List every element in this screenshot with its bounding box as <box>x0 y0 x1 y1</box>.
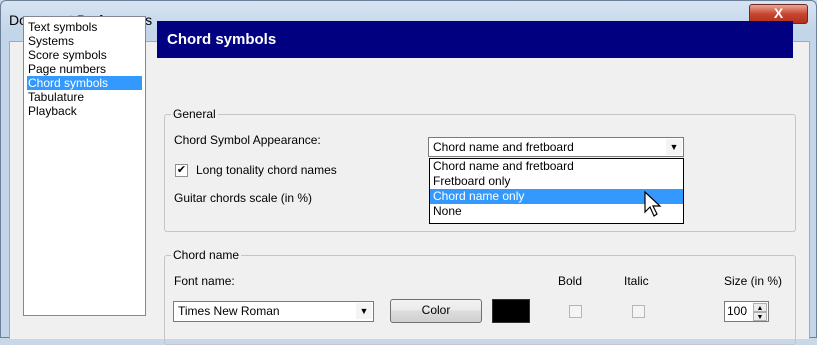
chord-appearance-select[interactable]: Chord name and fretboard ▼ <box>428 137 684 157</box>
font-name-value: Times New Roman <box>178 304 280 318</box>
mouse-cursor-icon <box>644 190 662 217</box>
spin-up-icon[interactable]: ▲ <box>753 303 767 312</box>
nav-item-page-numbers[interactable]: Page numbers <box>27 62 142 76</box>
italic-checkbox[interactable] <box>632 305 645 318</box>
color-button[interactable]: Color <box>390 299 482 323</box>
nav-item-chord-symbols[interactable]: Chord symbols <box>27 76 142 90</box>
nav-item-text-symbols[interactable]: Text symbols <box>27 20 142 34</box>
size-label: Size (in %) <box>724 274 783 288</box>
bold-label: Bold <box>558 274 583 288</box>
chord-name-group-label: Chord name <box>171 248 242 262</box>
chord-appearance-value: Chord name and fretboard <box>433 140 574 154</box>
chevron-down-icon[interactable]: ▼ <box>356 303 372 319</box>
nav-item-systems[interactable]: Systems <box>27 34 142 48</box>
document-preferences-window: Document Preferences X Text symbols Syst… <box>0 0 817 345</box>
preferences-nav-list[interactable]: Text symbols Systems Score symbols Page … <box>23 16 146 316</box>
nav-item-score-symbols[interactable]: Score symbols <box>27 48 142 62</box>
chevron-down-icon[interactable]: ▼ <box>666 139 682 155</box>
nav-item-playback[interactable]: Playback <box>27 104 142 118</box>
option-fretboard-only[interactable]: Fretboard only <box>430 174 683 189</box>
font-name-select[interactable]: Times New Roman ▼ <box>173 301 374 322</box>
bold-checkbox[interactable] <box>569 305 582 318</box>
size-spinner[interactable]: 100 ▲ ▼ <box>724 301 769 322</box>
option-chord-name-and-fretboard[interactable]: Chord name and fretboard <box>430 159 683 174</box>
spin-down-icon[interactable]: ▼ <box>753 312 767 321</box>
page-title: Chord symbols <box>157 21 793 58</box>
long-tonality-checkbox[interactable]: ✔ <box>175 164 188 177</box>
size-value: 100 <box>727 304 748 318</box>
italic-label: Italic <box>624 274 649 288</box>
color-swatch[interactable] <box>492 299 530 323</box>
chord-appearance-label: Chord Symbol Appearance: <box>174 133 321 147</box>
font-name-label: Font name: <box>174 274 235 288</box>
nav-item-tabulature[interactable]: Tabulature <box>27 90 142 104</box>
general-group-label: General <box>171 107 218 121</box>
guitar-scale-label: Guitar chords scale (in %) <box>174 191 313 205</box>
long-tonality-label: Long tonality chord names <box>196 163 337 177</box>
